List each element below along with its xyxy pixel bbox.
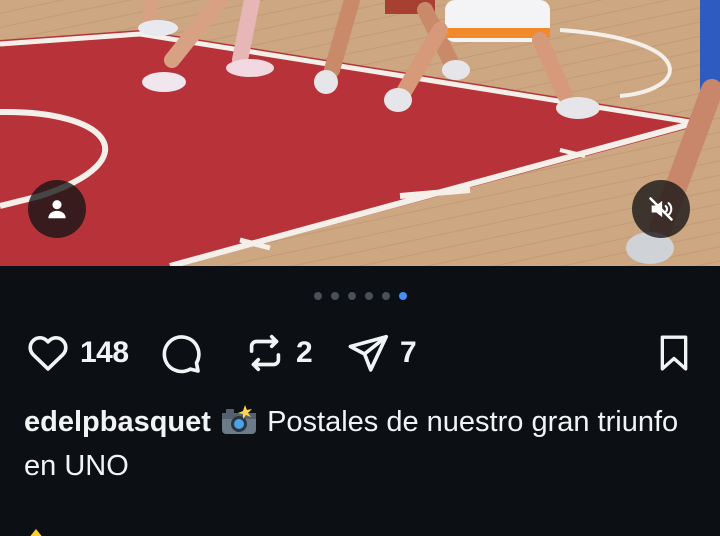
like-button[interactable]: 148 [24,330,129,376]
comment-button[interactable] [156,330,204,376]
tagged-users-button[interactable] [28,180,86,238]
post-media[interactable] [0,0,720,266]
carousel-dot [347,292,356,300]
next-caption-line [24,526,424,536]
post-caption: edelpbasquet Postales de nuestro gran tr… [24,400,704,488]
muted-speaker-icon [649,197,673,221]
repost-count: 2 [296,336,313,369]
post-action-bar: 148 2 7 [24,330,694,376]
caption-username[interactable]: edelpbasquet [24,406,211,438]
carousel-dot [364,292,373,300]
repost-icon [249,334,281,372]
carousel-dot-active [398,292,407,300]
mute-toggle-button[interactable] [632,180,690,238]
heart-icon [28,336,68,371]
comment-bubble-icon [162,335,201,374]
carousel-dot [381,292,390,300]
carousel-indicator [0,292,720,300]
share-count: 7 [400,336,417,369]
warning-emoji-icon [30,529,42,536]
share-button[interactable]: 7 [344,330,417,376]
send-paper-plane-icon [348,334,389,372]
basketball-court-photo [0,0,720,266]
carousel-dot [313,292,322,300]
person-icon [48,200,66,219]
repost-button[interactable]: 2 [242,330,313,376]
carousel-dot [330,292,339,300]
save-button[interactable] [654,330,694,376]
bookmark-icon [660,335,688,371]
camera-flash-emoji-icon [222,405,256,434]
like-count: 148 [80,336,129,369]
